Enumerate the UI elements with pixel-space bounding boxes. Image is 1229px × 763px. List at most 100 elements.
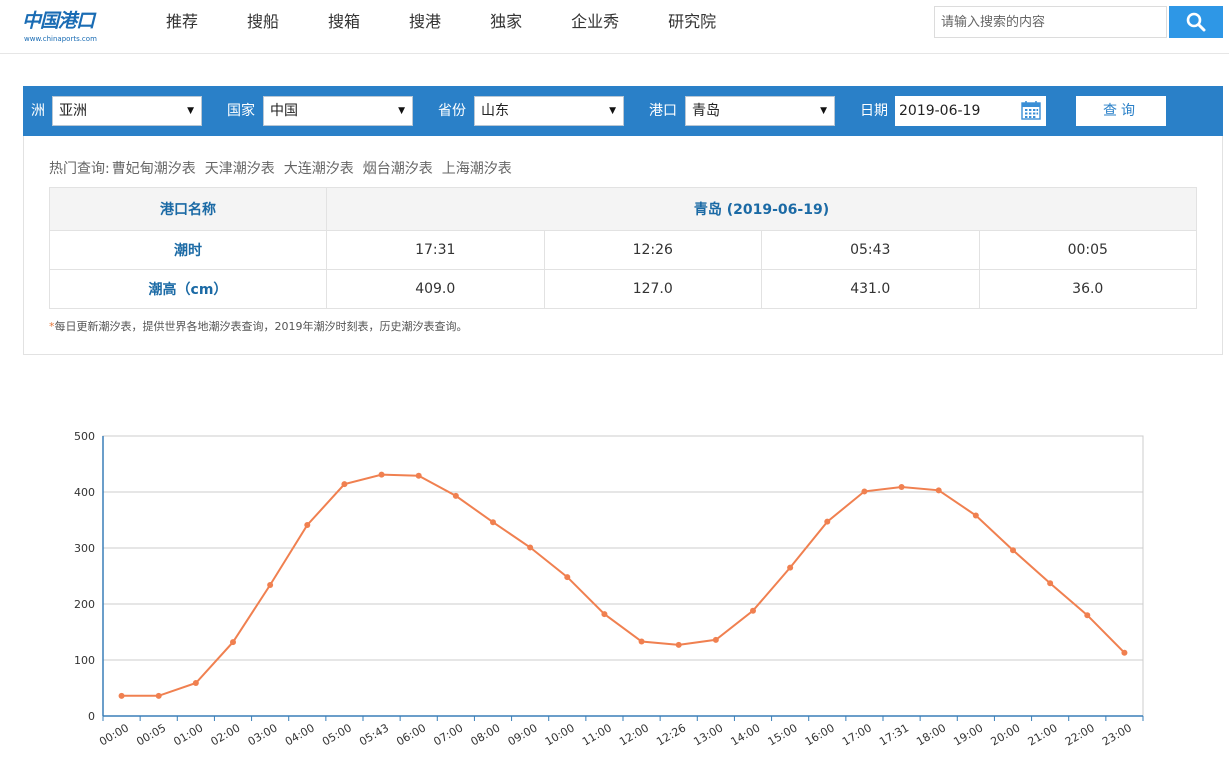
x-tick-label: 19:00 [951,721,985,748]
logo-url: www.chinaports.com [24,35,97,43]
search-input[interactable] [934,6,1167,38]
x-tick-label: 06:00 [394,721,428,748]
main-nav: 推荐 搜船 搜箱 搜港 独家 企业秀 研究院 [140,0,749,44]
nav-item-search-port[interactable]: 搜港 [393,0,457,44]
top-navigation-bar: 中国港口 www.chinaports.com 推荐 搜船 搜箱 搜港 独家 企… [0,0,1229,54]
tide-data-point [341,481,348,488]
tide-height-cell: 36.0 [978,269,1197,309]
y-tick-label: 0 [88,710,95,723]
hot-link-shanghai[interactable]: 上海潮汐表 [442,161,512,177]
x-tick-label: 17:31 [877,721,911,748]
x-tick-label: 14:00 [729,721,763,748]
tide-time-cell: 12:26 [543,230,762,270]
tide-time-cell: 00:05 [978,230,1197,270]
x-tick-label: 11:00 [580,721,614,748]
tide-data-point [638,638,645,645]
footnote: *每日更新潮汐表，提供世界各地潮汐表查询，2019年潮汐时刻表，历史潮汐表查询。 [49,318,468,334]
tide-data-point [452,492,459,499]
tide-chart: 0 100 200 300 400 500 00:00 00:05 01:00 02:00 03:0… [0,370,1229,763]
x-tick-label: 18:00 [914,721,948,748]
chevron-down-icon: ▼ [820,106,827,116]
tide-data-point [601,611,608,618]
x-tick-label: 05:00 [320,721,354,748]
tide-time-cell: 05:43 [761,230,980,270]
tide-table: 港口名称 青岛 (2019-06-19) 潮时 17:31 12:26 05:4… [49,187,1197,309]
tide-data-point [675,641,682,648]
province-select[interactable]: 山东 ▼ [474,96,624,126]
tide-data-point [564,574,571,581]
x-tick-label: 21:00 [1026,721,1060,748]
calendar-icon[interactable] [1021,100,1041,120]
nav-item-recommend[interactable]: 推荐 [150,0,214,44]
tide-data-point [415,472,422,479]
nav-item-search-ship[interactable]: 搜船 [231,0,295,44]
continent-select[interactable]: 亚洲 ▼ [52,96,202,126]
tide-height-cell: 409.0 [326,269,545,309]
x-tick-label: 01:00 [171,721,205,748]
tide-data-point [118,692,125,699]
table-header-row: 港口名称 青岛 (2019-06-19) [49,187,1197,231]
tide-data-point [935,487,942,494]
tide-data-point [1121,649,1128,656]
chevron-down-icon: ▼ [398,106,405,116]
tide-data-point [155,692,162,699]
query-button[interactable]: 查询 [1076,96,1166,126]
tide-data-point [192,679,199,686]
tide-data-point [1084,612,1091,619]
x-tick-label: 03:00 [246,721,280,748]
hot-link-tianjin[interactable]: 天津潮汐表 [205,161,275,177]
x-tick-label: 22:00 [1063,721,1097,748]
chevron-down-icon: ▼ [609,106,616,116]
x-tick-label: 10:00 [543,721,577,748]
site-logo[interactable]: 中国港口 www.chinaports.com [22,4,102,46]
hot-link-yantai[interactable]: 烟台潮汐表 [363,161,433,177]
port-name-header: 港口名称 [49,187,327,231]
footnote-text: 每日更新潮汐表，提供世界各地潮汐表查询，2019年潮汐时刻表，历史潮汐表查询。 [54,320,468,333]
port-label: 港口 [649,103,677,119]
x-tick-label: 20:00 [989,721,1023,748]
tide-data-point [1047,580,1054,587]
y-tick-label: 200 [74,598,95,611]
nav-item-search-container[interactable]: 搜箱 [312,0,376,44]
tide-data-point [1010,547,1016,554]
tide-height-label: 潮高（cm） [49,269,327,309]
continent-label: 洲 [31,103,45,119]
x-tick-label: 15:00 [766,721,800,748]
country-select[interactable]: 中国 ▼ [263,96,413,126]
table-row-tide-height: 潮高（cm） 409.0 127.0 431.0 36.0 [49,269,1197,309]
hot-link-dalian[interactable]: 大连潮汐表 [284,161,354,177]
port-date-title: 青岛 (2019-06-19) [326,187,1197,231]
tide-height-cell: 431.0 [761,269,980,309]
y-tick-label: 500 [74,430,95,443]
country-value: 中国 [270,103,298,119]
x-tick-label: 23:00 [1100,721,1134,748]
search-button[interactable] [1169,6,1223,38]
nav-item-institute[interactable]: 研究院 [652,0,732,44]
y-tick-label: 400 [74,486,95,499]
tide-time-label: 潮时 [49,230,327,270]
tide-data-point [230,639,236,646]
table-row-tide-time: 潮时 17:31 12:26 05:43 00:05 [49,230,1197,270]
tide-data-point [824,518,831,525]
date-value: 2019-06-19 [899,103,981,119]
tide-data-point [712,636,719,643]
x-tick-label: 05:43 [357,721,391,748]
tide-height-cell: 127.0 [543,269,762,309]
x-tick-label: 12:26 [654,721,688,748]
tide-data-point [378,471,385,478]
hot-queries: 热门查询: 曹妃甸潮汐表 天津潮汐表 大连潮汐表 烟台潮汐表 上海潮汐表 [49,158,512,178]
x-tick-label: 12:00 [617,721,651,748]
date-input[interactable]: 2019-06-19 [895,96,1046,126]
plot-area-border [102,435,1144,717]
hot-queries-label: 热门查询: [49,161,110,177]
port-select[interactable]: 青岛 ▼ [685,96,835,126]
hot-link-caofeidian[interactable]: 曹妃甸潮汐表 [112,161,196,177]
nav-item-enterprise-show[interactable]: 企业秀 [555,0,635,44]
nav-item-exclusive[interactable]: 独家 [474,0,538,44]
x-tick-label: 09:00 [506,721,540,748]
country-label: 国家 [227,103,255,119]
search-box [934,6,1223,38]
x-tick-label: 16:00 [803,721,837,748]
x-tick-label: 07:00 [431,721,465,748]
tide-data-point [787,564,794,571]
